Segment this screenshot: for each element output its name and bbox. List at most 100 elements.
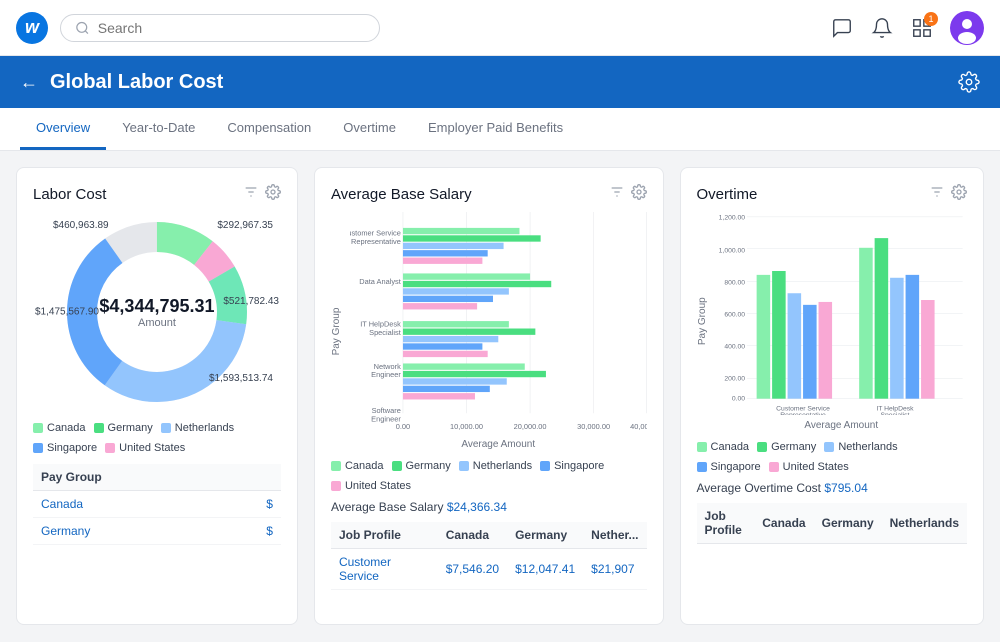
settings-icon[interactable] xyxy=(958,71,980,93)
legend-dot-netherlands xyxy=(161,423,171,433)
settings4-icon[interactable] xyxy=(951,184,967,204)
legend-germany: Germany xyxy=(94,422,153,434)
search-input[interactable] xyxy=(98,20,365,36)
filter2-icon[interactable] xyxy=(609,184,625,204)
svg-text:20,000.00: 20,000.00 xyxy=(514,422,547,431)
settings3-icon[interactable] xyxy=(631,184,647,204)
legend-dot-germany xyxy=(94,423,104,433)
tabs-bar: Overview Year-to-Date Compensation Overt… xyxy=(0,108,1000,151)
table-cell-cs[interactable]: Customer Service xyxy=(331,549,438,590)
avg-salary-value: $24,366.34 xyxy=(447,500,507,514)
legend-singapore-2: Singapore xyxy=(540,460,604,472)
overtime-icons xyxy=(929,184,967,204)
legend-singapore-3: Singapore xyxy=(697,461,761,473)
svg-text:10,000.00: 10,000.00 xyxy=(450,422,483,431)
table-row: Customer Service $7,546.20 $12,047.41 $2… xyxy=(331,549,647,590)
svg-text:0.00: 0.00 xyxy=(396,422,410,431)
legend-label-singapore: Singapore xyxy=(47,442,97,454)
svg-text:Representative: Representative xyxy=(780,412,826,415)
donut-total: $4,344,795.31 xyxy=(99,296,214,317)
avatar[interactable] xyxy=(950,11,984,45)
workday-logo-text: w xyxy=(25,17,39,38)
legend-netherlands: Netherlands xyxy=(161,422,234,434)
svg-text:Engineer: Engineer xyxy=(371,370,401,379)
apps-badge: 1 xyxy=(924,12,938,26)
tab-overview[interactable]: Overview xyxy=(20,108,106,150)
svg-text:Specialist: Specialist xyxy=(369,328,401,337)
tab-overtime[interactable]: Overtime xyxy=(327,108,412,150)
filter-icon[interactable] xyxy=(243,184,259,204)
labor-cost-icons xyxy=(243,184,281,204)
overtime-x-label: Average Amount xyxy=(716,420,967,431)
page-title: Global Labor Cost xyxy=(50,71,946,94)
svg-text:30,000.00: 30,000.00 xyxy=(577,422,610,431)
overtime-header: Overtime xyxy=(697,184,967,204)
overtime-avg-value: $795.04 xyxy=(824,481,867,495)
bell-icon[interactable] xyxy=(870,16,894,40)
avg-salary-chart-wrapper: Pay Group Customer Service Representativ… xyxy=(331,212,647,450)
filter3-icon[interactable] xyxy=(929,184,945,204)
workday-logo[interactable]: w xyxy=(16,12,48,44)
avg-base-salary-card: Average Base Salary Pay Group xyxy=(314,167,664,625)
table-col-paygroup: Pay Group xyxy=(33,464,224,491)
header-bar: ← Global Labor Cost xyxy=(0,56,1000,108)
table-cell-cs-canada: $7,546.20 xyxy=(438,549,507,590)
tab-ytd[interactable]: Year-to-Date xyxy=(106,108,211,150)
avg-salary-legend: Canada Germany Netherlands Singapore Uni… xyxy=(331,460,647,492)
avg-salary-chart: Customer Service Representative Data Ana… xyxy=(350,212,647,450)
overtime-svg: 1,200.00 1,000.00 800.00 600.00 400.00 2… xyxy=(716,212,967,415)
legend-dot-canada xyxy=(33,423,43,433)
avg-salary-title: Average Base Salary xyxy=(331,186,472,203)
overtime-avg-label-value: Average Overtime Cost $795.04 xyxy=(697,481,967,495)
table-cell-canada[interactable]: Canada xyxy=(33,491,224,518)
search-bar[interactable] xyxy=(60,14,380,42)
donut-label-singapore: $1,593,513.74 xyxy=(209,373,273,384)
svg-text:Specialist: Specialist xyxy=(880,412,909,415)
table-col-canada: Canada xyxy=(438,522,507,549)
overtime-avg-text: Average Overtime Cost xyxy=(697,481,822,495)
legend-label-canada: Canada xyxy=(47,422,86,434)
svg-text:400.00: 400.00 xyxy=(724,343,745,350)
top-nav: w 1 xyxy=(0,0,1000,56)
legend-canada-3: Canada xyxy=(697,441,750,453)
legend-netherlands-3: Netherlands xyxy=(824,441,897,453)
avg-salary-label-value: Average Base Salary $24,366.34 xyxy=(331,500,647,514)
overtime-y-label: Pay Group xyxy=(697,212,708,431)
labor-cost-header: Labor Cost xyxy=(33,184,281,204)
avg-salary-y-label: Pay Group xyxy=(331,212,342,450)
settings2-icon[interactable] xyxy=(265,184,281,204)
tab-compensation[interactable]: Compensation xyxy=(211,108,327,150)
nav-icons: 1 xyxy=(830,11,984,45)
svg-text:1,000.00: 1,000.00 xyxy=(718,248,745,255)
labor-cost-title: Labor Cost xyxy=(33,186,106,203)
table-col-germany: Germany xyxy=(507,522,583,549)
overtime-col-jobprofile: Job Profile xyxy=(697,503,755,544)
overtime-chart: 1,200.00 1,000.00 800.00 600.00 400.00 2… xyxy=(716,212,967,431)
donut-label-canada: $460,963.89 xyxy=(53,220,109,231)
legend-label-us: United States xyxy=(119,442,185,454)
legend-germany-3: Germany xyxy=(757,441,816,453)
avg-salary-x-label: Average Amount xyxy=(350,439,647,450)
svg-text:600.00: 600.00 xyxy=(724,311,745,318)
overtime-card: Overtime Pay Group 1,200.00 1,000.00 800… xyxy=(680,167,984,625)
avg-salary-header: Average Base Salary xyxy=(331,184,647,204)
overtime-col-germany: Germany xyxy=(814,503,882,544)
avg-salary-icons xyxy=(609,184,647,204)
search-icon xyxy=(75,20,90,36)
overtime-table: Job Profile Canada Germany Netherlands xyxy=(697,503,967,544)
back-button[interactable]: ← xyxy=(20,72,38,93)
table-cell-germany[interactable]: Germany xyxy=(33,518,224,545)
main-content: Labor Cost xyxy=(0,151,1000,641)
apps-icon[interactable]: 1 xyxy=(910,16,934,40)
table-col-value xyxy=(224,464,281,491)
donut-label-us: $1,475,567.90 xyxy=(35,307,99,318)
legend-germany-2: Germany xyxy=(392,460,451,472)
tab-employer-paid[interactable]: Employer Paid Benefits xyxy=(412,108,579,150)
overtime-chart-wrapper: Pay Group 1,200.00 1,000.00 800.00 600.0… xyxy=(697,212,967,431)
chat-icon[interactable] xyxy=(830,16,854,40)
labor-cost-table: Pay Group Canada $ Germany $ xyxy=(33,464,281,545)
table-cell-cs-netherlands: $21,907 xyxy=(583,549,646,590)
donut-chart: $460,963.89 $292,967.35 $521,782.43 $1,5… xyxy=(33,212,281,412)
table-cell-canada-value: $ xyxy=(224,491,281,518)
legend-dot-singapore xyxy=(33,443,43,453)
